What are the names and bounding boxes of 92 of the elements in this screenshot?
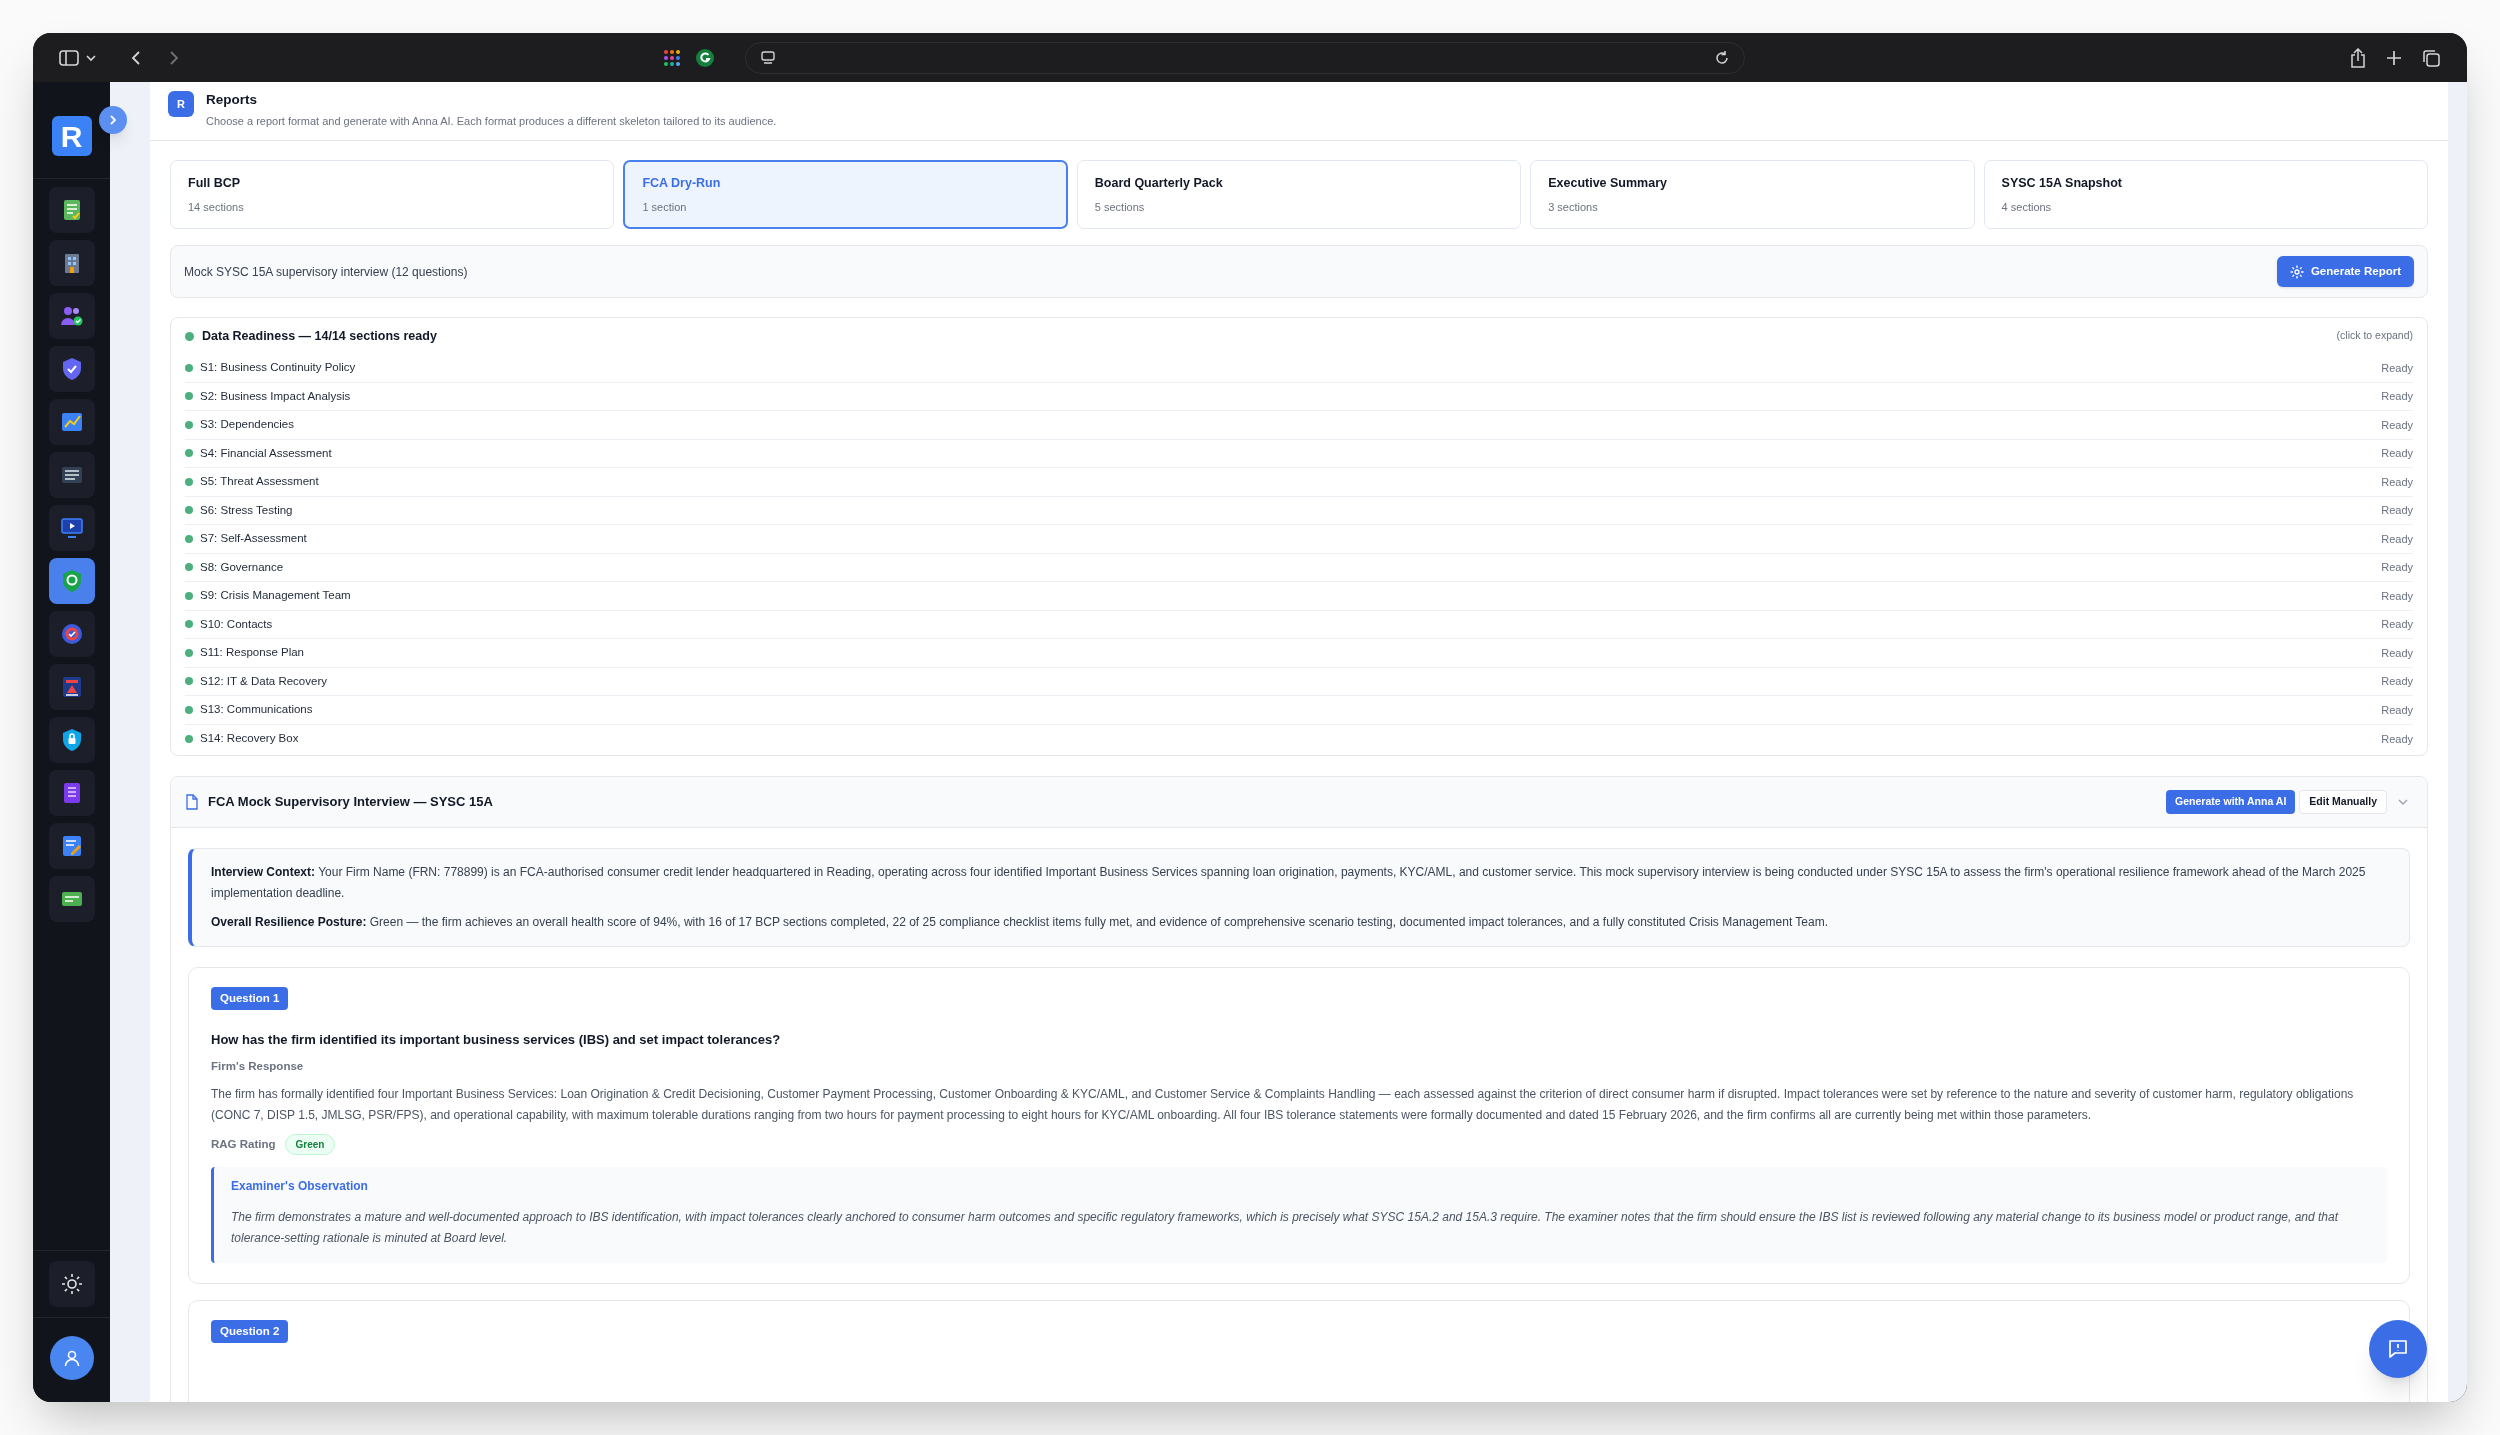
rag-badge: Green — [284, 1134, 336, 1156]
collapse-button[interactable] — [99, 106, 127, 134]
format-description: Mock SYSC 15A supervisory interview (12 questions) — [184, 263, 468, 281]
status-text: Ready — [2381, 617, 2413, 632]
tabs-icon[interactable] — [2421, 47, 2441, 68]
section-name: S11: Response Plan — [200, 645, 304, 661]
response-text: The firm has formally identified four Important Business Services: Loan Origination & Credit Decisioning, Customer Payment Processing, Customer Onboarding & KYC/AML, and Customer Service & Complaints Handling — each assessed against the criterion of direct consumer harm if disrupted. Impact tolerances were set by reference to the nature and severity of customer harm, regulatory obligations (CONC 7, DISP 1.5, JMLSG, PSR/FPS), and operational capability, with maximum tolerable durations ranging from two hours for payment processing to eight hours for KYC/AML onboarding. All four IBS tolerance statements were formally documented and dated 15 February 2026, and the firm confirms all are currently being met within those parameters. — [211, 1085, 2355, 1124]
context-paragraph: Overall Resilience Posture: Green — the firm achieves an overall health score of 94%, with 16 of 17 BCP sections completed, 22 of 25 compliance checklist items fully met, and evidence of comprehensive scenario testing, documented impact tolerances, and a fully constituted Crisis Management Team. — [211, 914, 1830, 931]
reload-icon[interactable] — [1714, 49, 1730, 66]
expand-hint: (click to expand) — [2336, 328, 2413, 344]
format-title: Executive Summary — [1548, 174, 1668, 192]
observation-text: The firm demonstrates a mature and well-documented approach to IBS identification, with impact tolerances clearly anchored to consumer harm outcomes and specific regulatory frameworks, which is precisely what SYSC 15A.2 and 15A.3 require. The examiner notes that the firm should ensure the IBS list is reviewed following any material change to its business model or product range, and that tolerance-setting rationale is minuted at Board level. — [231, 1209, 2340, 1248]
page-subtitle: Choose a report format and generate with Anna AI. Each format produces a different skeleton tailored to its audience. — [206, 114, 777, 130]
section-name: S14: Recovery Box — [200, 731, 299, 747]
sidebar-item[interactable] — [48, 293, 95, 339]
sidebar-item[interactable] — [48, 717, 95, 763]
chevron-right-icon — [107, 114, 119, 126]
sidebar-item[interactable] — [48, 876, 95, 922]
format-title: SYSC 15A Snapshot — [2001, 174, 2123, 192]
sidebar-item[interactable] — [48, 452, 95, 498]
section-name: S4: Financial Assessment — [200, 445, 332, 461]
theme-toggle-button[interactable] — [48, 1261, 95, 1307]
question-badge: Question 1 — [211, 987, 289, 1010]
tab-icon[interactable] — [760, 49, 776, 66]
format-title: Board Quarterly Pack — [1094, 174, 1224, 192]
status-text: Ready — [2381, 588, 2413, 604]
status-text: Ready — [2381, 360, 2413, 376]
section-count: 3 sections — [1548, 199, 1599, 215]
reports-badge: R — [168, 91, 194, 117]
document-icon — [185, 794, 199, 810]
section-name: S12: IT & Data Recovery — [200, 673, 327, 689]
monitor-icon — [58, 515, 85, 541]
format-card[interactable]: FCA Dry-Run 1 section — [623, 160, 1068, 229]
section-name: S2: Business Impact Analysis — [200, 388, 351, 404]
question-badge: Question 2 — [211, 1320, 289, 1344]
rag-label: RAG Rating — [211, 1137, 276, 1153]
format-card[interactable]: Executive Summary 3 sections — [1530, 160, 1975, 229]
generate-with-ai-button[interactable]: Generate with Anna AI — [2166, 790, 2296, 814]
section-count: 1 section — [642, 199, 688, 215]
chat-icon — [2386, 1337, 2410, 1361]
page-title: Reports — [206, 91, 258, 109]
readiness-title[interactable]: Data Readiness — 14/14 sections ready — [202, 326, 437, 346]
section-name: S3: Dependencies — [200, 417, 294, 433]
section-name: S5: Threat Assessment — [200, 474, 319, 490]
edit-manually-button[interactable]: Edit Manually — [2299, 790, 2387, 814]
user-avatar-button[interactable] — [49, 1336, 94, 1380]
plus-icon[interactable] — [2385, 48, 2403, 67]
section-count: 4 sections — [2001, 199, 2053, 215]
status-text: Ready — [2381, 702, 2413, 718]
status-text: Ready — [2381, 674, 2413, 689]
observation-title: Examiner's Observation — [231, 1178, 369, 1196]
section-count: 14 sections — [188, 199, 245, 215]
format-card[interactable]: Full BCP 14 sections — [170, 160, 615, 229]
status-text: Ready — [2381, 446, 2413, 461]
format-title: FCA Dry-Run — [642, 174, 722, 192]
section-name: S6: Stress Testing — [200, 502, 293, 518]
section-name: S10: Contacts — [200, 616, 273, 632]
status-text: Ready — [2381, 645, 2413, 661]
section-name: S9: Crisis Management Team — [200, 588, 351, 604]
section-name: S7: Self-Assessment — [200, 531, 307, 547]
section-name: S13: Communications — [200, 702, 313, 718]
sidebar-item[interactable] — [48, 558, 95, 604]
format-card[interactable]: SYSC 15A Snapshot 4 sections — [1983, 160, 2428, 229]
status-text: Ready — [2381, 503, 2413, 518]
status-text: Ready — [2381, 474, 2413, 490]
sidebar-toggle-icon[interactable] — [59, 47, 99, 68]
status-text: Ready — [2381, 560, 2413, 575]
context-paragraph: Interview Context: Your Firm Name (FRN: 778899) is an FCA-authorised consumer credit lender headquartered in Reading, operating across four identified Important Business Services spanning loan origination, payments, KYC/AML, and customer service. This mock supervisory interview is being conducted under SYSC 15A to assess the firm's operational resilience framework ahead of the March 2025 implementation deadline. — [211, 864, 2367, 902]
section-title: FCA Mock Supervisory Interview — SYSC 15A — [208, 793, 493, 812]
sparkle-icon — [2289, 264, 2304, 279]
section-count: 5 sections — [1094, 199, 1146, 215]
status-text: Ready — [2381, 731, 2413, 747]
question-text: How has the firm identified its important business services (IBS) and set impact tolerances? — [211, 1031, 782, 1049]
section-name: S8: Governance — [200, 559, 284, 575]
sidebar-item[interactable] — [48, 770, 95, 816]
extension-icon[interactable] — [695, 47, 715, 68]
format-card[interactable]: Board Quarterly Pack 5 sections — [1076, 160, 1522, 229]
sidebar-item[interactable] — [48, 240, 95, 286]
response-label: Firm's Response — [211, 1058, 305, 1074]
sun-icon — [60, 1273, 83, 1295]
section-name: S1: Business Continuity Policy — [200, 360, 356, 376]
status-text: Ready — [2381, 417, 2413, 433]
sidebar-item[interactable] — [48, 823, 95, 869]
status-text: Ready — [2381, 389, 2413, 404]
format-title: Full BCP — [188, 174, 242, 192]
sidebar-item[interactable] — [48, 187, 95, 233]
app-logo[interactable]: R — [51, 116, 92, 156]
apps-grid-icon[interactable] — [663, 48, 681, 67]
share-icon[interactable] — [2349, 47, 2367, 68]
generate-report-button[interactable]: Generate Report — [2276, 256, 2414, 287]
status-text: Ready — [2381, 531, 2413, 547]
sidebar-item[interactable] — [48, 399, 95, 445]
